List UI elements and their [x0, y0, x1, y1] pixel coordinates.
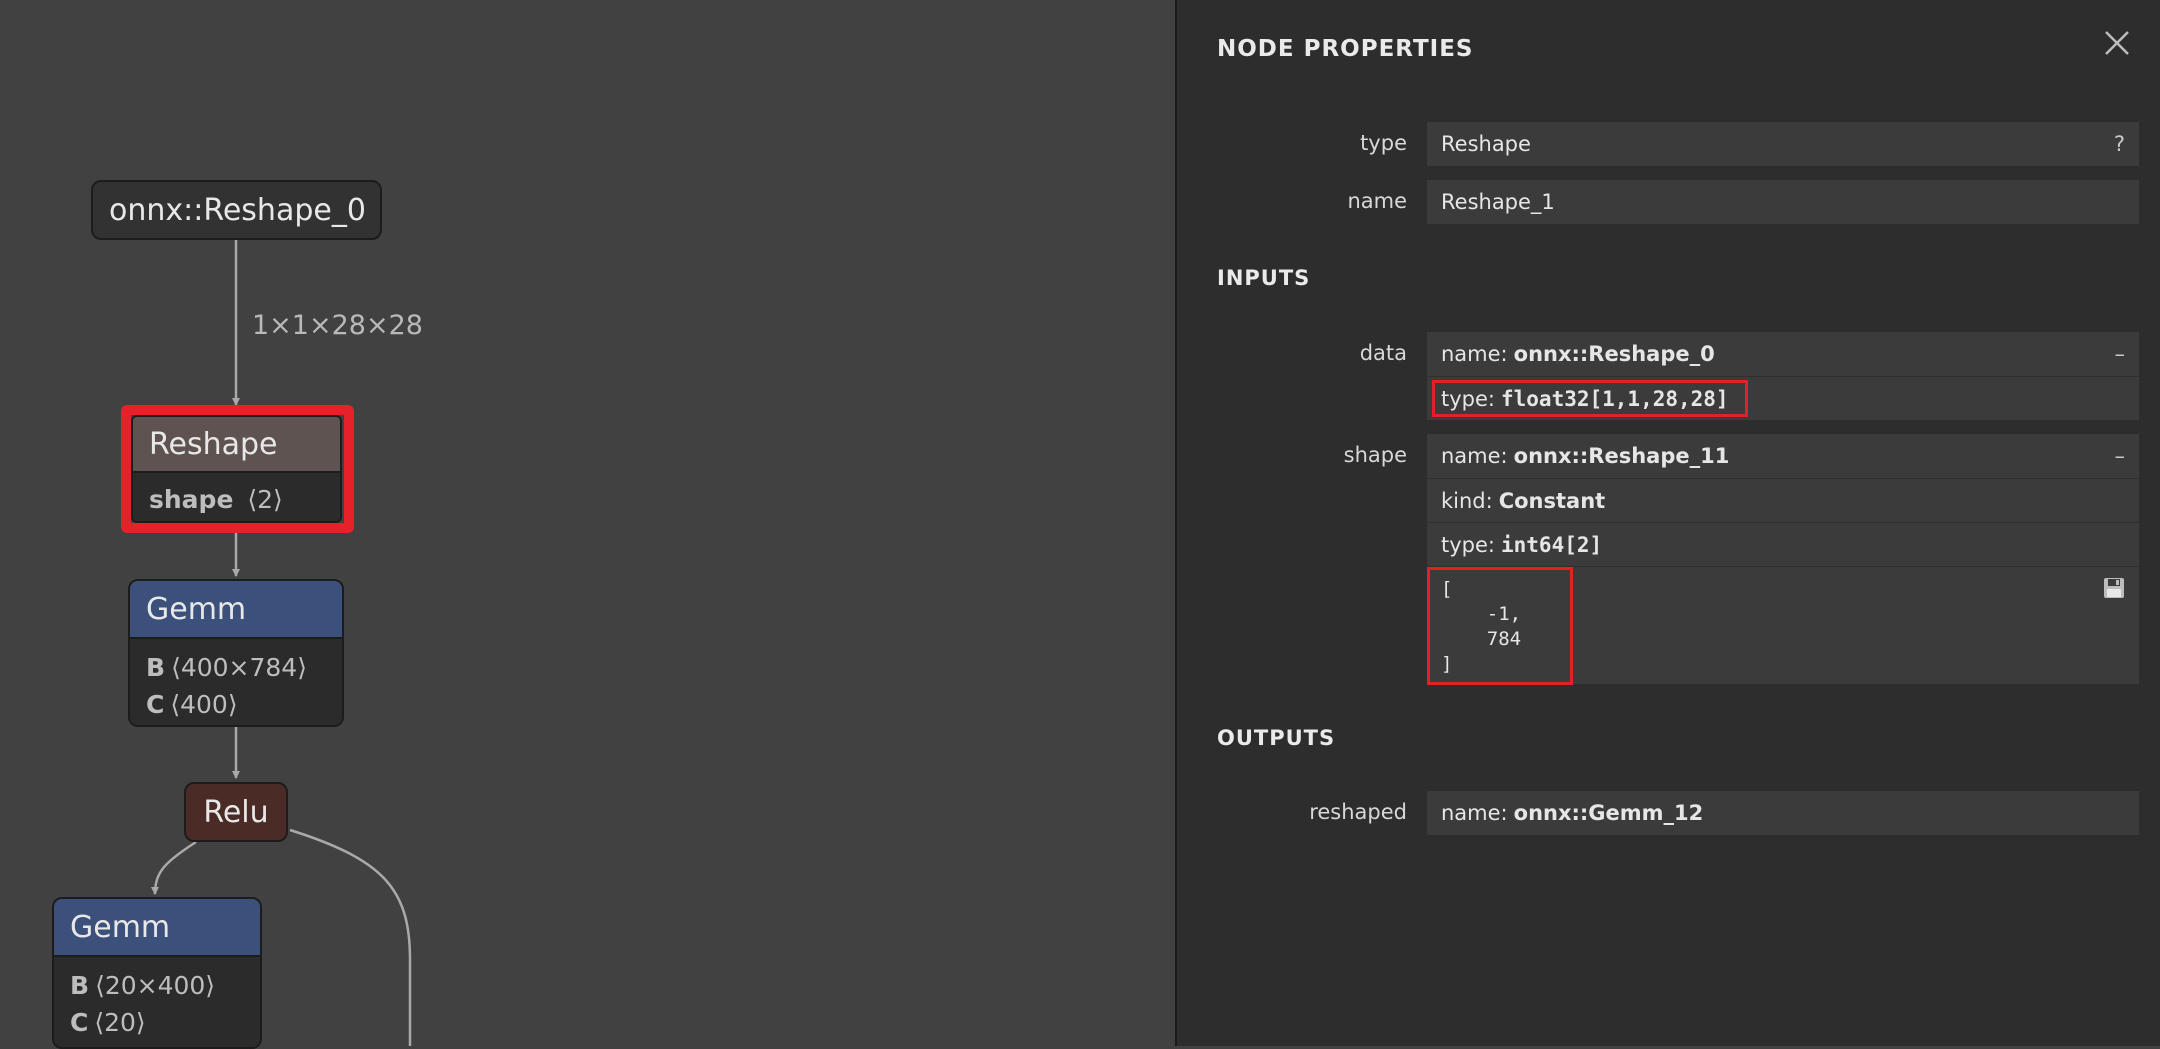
node-properties-panel: NODE PROPERTIES type Reshape ? name Resh…: [1175, 0, 2160, 1046]
tensor-value-line: ]: [1441, 653, 1453, 675]
relu-node[interactable]: Relu: [184, 782, 288, 842]
attr-name: shape: [149, 485, 234, 514]
attr-value: ⟨20×400⟩: [95, 971, 216, 1000]
input-shape-type-value: int64[2]: [1501, 532, 1603, 557]
gemm-node-1-attrs: B ⟨400×784⟩ C ⟨400⟩: [130, 639, 342, 725]
gemm-node-1-header: Gemm: [130, 581, 342, 639]
attr-value: ⟨400⟩: [170, 690, 238, 719]
gemm-node-1[interactable]: Gemm B ⟨400×784⟩ C ⟨400⟩: [128, 579, 344, 727]
name-label: name: [1347, 189, 1407, 213]
output-reshaped-name-row: name: onnx::Gemm_12: [1427, 791, 2139, 835]
tensor-value-line: 784: [1441, 628, 1522, 650]
type-value: Reshape: [1441, 132, 1531, 156]
tensor-value-line: [: [1441, 578, 1453, 600]
kind-key: kind:: [1441, 488, 1493, 513]
input-shape-type-row: type: int64[2]: [1427, 522, 2139, 566]
gemm-node-2-attrs: B ⟨20×400⟩ C ⟨20⟩: [54, 957, 260, 1047]
attr-name: B: [70, 971, 90, 1000]
reshape-node-title: Reshape: [149, 426, 278, 462]
type-label: type: [1360, 131, 1407, 155]
graph-canvas[interactable]: onnx::Reshape_0 1×1×28×28 Reshape shape …: [0, 0, 1175, 1049]
reshape-node-header: Reshape: [133, 417, 340, 471]
save-icon[interactable]: [2103, 577, 2125, 599]
input-data-name-value: onnx::Reshape_0: [1513, 342, 1715, 366]
name-key: name:: [1441, 444, 1508, 468]
attr-value: ⟨20⟩: [94, 1008, 146, 1037]
input-data-name-row: name: onnx::Reshape_0 –: [1427, 332, 2139, 376]
attr-name: C: [70, 1008, 89, 1037]
attr-name: B: [146, 653, 166, 682]
input-node-label: onnx::Reshape_0: [109, 192, 366, 228]
type-key: type:: [1441, 386, 1495, 411]
output-reshaped-name-value: onnx::Gemm_12: [1513, 801, 1704, 825]
input-data-label: data: [1359, 341, 1407, 365]
gemm-node-2-title: Gemm: [70, 909, 171, 945]
relu-node-title: Relu: [203, 794, 269, 830]
attr-row: C ⟨20⟩: [70, 1004, 244, 1041]
collapse-button[interactable]: –: [2115, 444, 2126, 468]
edge-relu-gemm2: [151, 840, 197, 895]
name-value: Reshape_1: [1441, 190, 1555, 214]
name-key: name:: [1441, 342, 1508, 366]
name-key: name:: [1441, 801, 1508, 825]
type-field[interactable]: Reshape ?: [1427, 122, 2139, 166]
outputs-section-title: OUTPUTS: [1217, 726, 1336, 750]
input-shape-name-value: onnx::Reshape_11: [1513, 444, 1730, 468]
collapse-button[interactable]: –: [2115, 342, 2126, 366]
input-shape-box[interactable]: name: onnx::Reshape_11 – kind: Constant …: [1427, 434, 2139, 685]
attr-name: C: [146, 690, 165, 719]
output-reshaped-label: reshaped: [1309, 800, 1407, 824]
gemm-node-2[interactable]: Gemm B ⟨20×400⟩ C ⟨20⟩: [52, 897, 262, 1049]
attr-row: B ⟨20×400⟩: [70, 967, 244, 1004]
edge-relu-skip: [289, 828, 412, 1046]
reshape-node-attrs: shape ⟨2⟩: [133, 471, 340, 521]
type-key: type:: [1441, 532, 1495, 557]
close-icon[interactable]: [2102, 28, 2132, 58]
attr-row: C ⟨400⟩: [146, 686, 326, 723]
input-shape-kind-row: kind: Constant: [1427, 478, 2139, 522]
tensor-value-block: [ -1, 784 ]: [1427, 566, 2139, 685]
input-data-type-row: type: float32[1,1,28,28]: [1427, 376, 2139, 420]
panel-title: NODE PROPERTIES: [1217, 36, 1474, 62]
attr-row: B ⟨400×784⟩: [146, 649, 326, 686]
gemm-node-2-header: Gemm: [54, 899, 260, 957]
input-node[interactable]: onnx::Reshape_0: [91, 180, 382, 240]
help-button[interactable]: ?: [2114, 132, 2125, 156]
input-shape-label: shape: [1343, 443, 1407, 467]
attr-value: ⟨400×784⟩: [171, 653, 307, 682]
input-shape-name-row: name: onnx::Reshape_11 –: [1427, 434, 2139, 478]
input-data-box[interactable]: name: onnx::Reshape_0 – type: float32[1,…: [1427, 332, 2139, 420]
tensor-value-line: -1,: [1441, 603, 1522, 625]
attr-value: ⟨2⟩: [247, 485, 283, 514]
gemm-node-1-title: Gemm: [146, 591, 247, 627]
output-reshaped-box[interactable]: name: onnx::Gemm_12: [1427, 791, 2139, 835]
input-data-type-value: float32[1,1,28,28]: [1501, 386, 1729, 411]
inputs-section-title: INPUTS: [1217, 266, 1311, 290]
reshape-node[interactable]: Reshape shape ⟨2⟩: [131, 415, 342, 523]
edge-shape-label: 1×1×28×28: [252, 310, 423, 341]
input-shape-kind-value: Constant: [1498, 488, 1606, 513]
name-field[interactable]: Reshape_1: [1427, 180, 2139, 224]
